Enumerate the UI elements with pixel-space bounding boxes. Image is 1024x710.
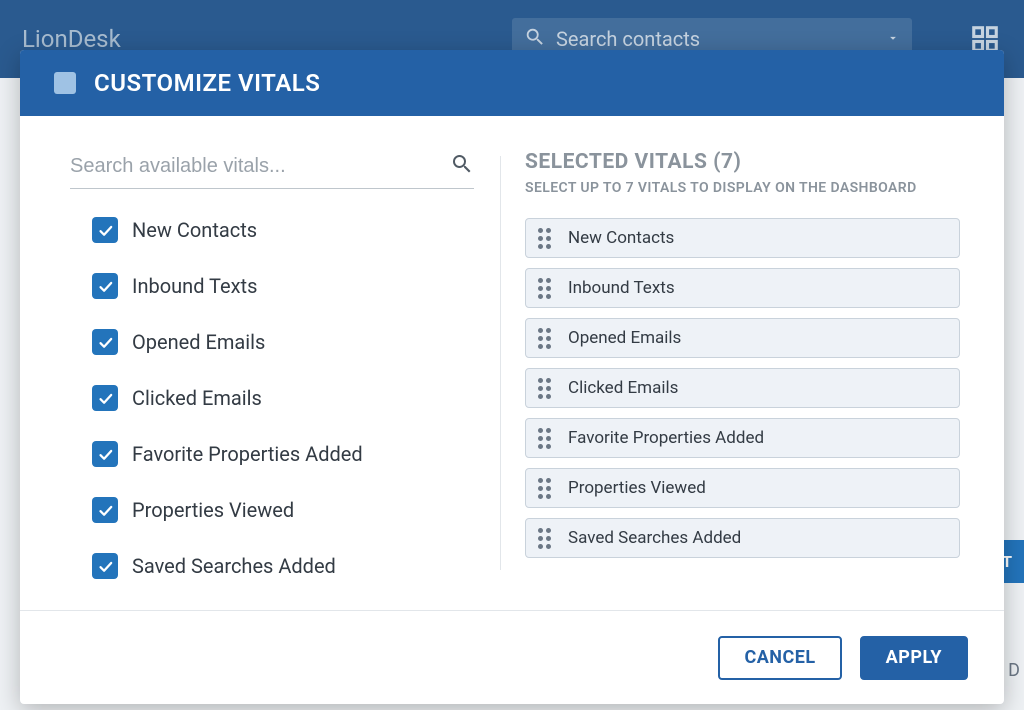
selected-vital-item[interactable]: Inbound Texts <box>525 268 960 308</box>
drag-handle-icon[interactable] <box>538 228 556 249</box>
drag-handle-icon[interactable] <box>538 528 556 549</box>
available-vital-item[interactable]: Properties Viewed <box>92 497 474 523</box>
global-search-placeholder: Search contacts <box>556 27 886 51</box>
selected-vital-label: New Contacts <box>568 228 674 248</box>
available-vital-item[interactable]: Saved Searches Added <box>92 553 474 579</box>
available-vital-item[interactable]: Favorite Properties Added <box>92 441 474 467</box>
available-vitals-list: New Contacts Inbound Texts Opened Emails Cl… <box>70 217 474 609</box>
checkbox-checked-icon[interactable] <box>92 385 118 411</box>
checkbox-checked-icon[interactable] <box>92 217 118 243</box>
vitals-search[interactable] <box>70 152 474 189</box>
selected-vital-label: Clicked Emails <box>568 378 678 398</box>
drag-handle-icon[interactable] <box>538 378 556 399</box>
selected-vital-label: Favorite Properties Added <box>568 428 764 448</box>
modal-title: CUSTOMIZE VITALS <box>94 69 320 97</box>
modal-header: CUSTOMIZE VITALS <box>20 50 1004 116</box>
selected-vital-item[interactable]: Saved Searches Added <box>525 518 960 558</box>
modal-body: New Contacts Inbound Texts Opened Emails Cl… <box>20 116 1004 610</box>
customize-vitals-modal: CUSTOMIZE VITALS New Contacts Inbound Tex… <box>20 50 1004 704</box>
available-vital-item[interactable]: Opened Emails <box>92 329 474 355</box>
available-vital-label: Inbound Texts <box>132 274 257 298</box>
search-icon[interactable] <box>450 152 474 180</box>
selected-vital-item[interactable]: Favorite Properties Added <box>525 418 960 458</box>
drag-handle-icon[interactable] <box>538 428 556 449</box>
checkbox-checked-icon[interactable] <box>92 273 118 299</box>
modal-footer: CANCEL APPLY <box>20 610 1004 704</box>
selected-vital-item[interactable]: New Contacts <box>525 218 960 258</box>
available-vital-label: Saved Searches Added <box>132 554 336 578</box>
checkbox-checked-icon[interactable] <box>92 329 118 355</box>
available-vital-label: Favorite Properties Added <box>132 442 363 466</box>
selected-vitals-list: New Contacts Inbound Texts Opened Emails Cl… <box>525 218 960 558</box>
available-vital-label: Properties Viewed <box>132 498 294 522</box>
selected-vitals-panel: SELECTED VITALS (7) SELECT UP TO 7 VITAL… <box>501 116 1004 610</box>
apply-button[interactable]: APPLY <box>860 636 968 680</box>
selected-vital-label: Saved Searches Added <box>568 528 741 548</box>
vitals-search-input[interactable] <box>70 155 450 178</box>
brand-name: LionDesk <box>22 25 121 53</box>
selected-vitals-heading: SELECTED VITALS (7) <box>525 150 960 174</box>
checkbox-checked-icon[interactable] <box>92 553 118 579</box>
available-vitals-panel: New Contacts Inbound Texts Opened Emails Cl… <box>20 116 500 610</box>
drag-handle-icon[interactable] <box>538 278 556 299</box>
cancel-button[interactable]: CANCEL <box>718 636 841 680</box>
available-vital-label: Clicked Emails <box>132 386 262 410</box>
chevron-down-icon[interactable] <box>886 30 900 49</box>
drag-handle-icon[interactable] <box>538 478 556 499</box>
selected-vital-label: Properties Viewed <box>568 478 706 498</box>
selected-vital-item[interactable]: Properties Viewed <box>525 468 960 508</box>
available-vital-item[interactable]: Inbound Texts <box>92 273 474 299</box>
search-icon <box>524 26 546 52</box>
checkbox-checked-icon[interactable] <box>92 441 118 467</box>
selected-vital-label: Opened Emails <box>568 328 681 348</box>
selected-vital-item[interactable]: Opened Emails <box>525 318 960 358</box>
modal-header-icon <box>54 72 76 94</box>
checkbox-checked-icon[interactable] <box>92 497 118 523</box>
available-vital-label: Opened Emails <box>132 330 265 354</box>
available-vital-item[interactable]: New Contacts <box>92 217 474 243</box>
selected-vital-item[interactable]: Clicked Emails <box>525 368 960 408</box>
available-vital-item[interactable]: Clicked Emails <box>92 385 474 411</box>
available-vital-label: New Contacts <box>132 218 257 242</box>
selected-vitals-hint: SELECT UP TO 7 VITALS TO DISPLAY ON THE … <box>525 180 960 196</box>
drag-handle-icon[interactable] <box>538 328 556 349</box>
selected-vital-label: Inbound Texts <box>568 278 675 298</box>
